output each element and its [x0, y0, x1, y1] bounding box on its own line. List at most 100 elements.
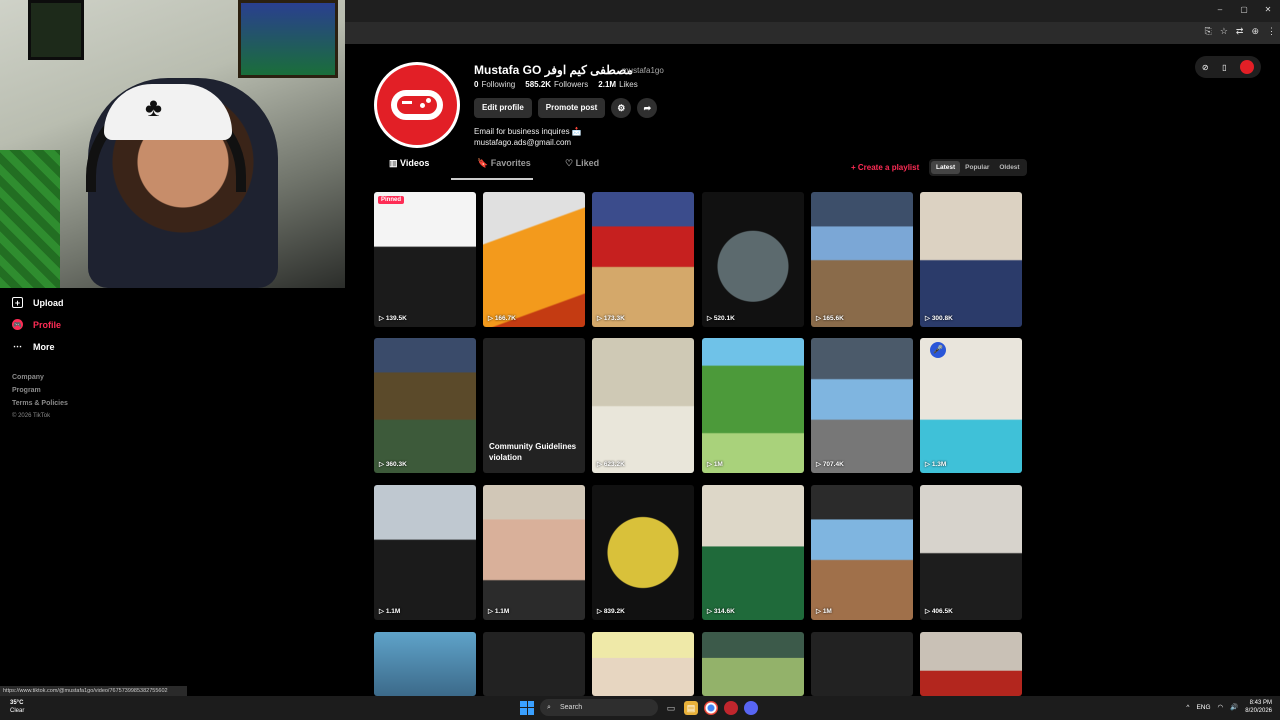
- weather-widget[interactable]: 35°C Clear: [10, 699, 24, 715]
- play-icon: ▷: [925, 461, 932, 468]
- heart-icon: ♡: [565, 158, 574, 168]
- compass-icon[interactable]: ⊘: [1202, 63, 1209, 72]
- tab-liked[interactable]: ♡ Liked: [565, 158, 653, 175]
- clock[interactable]: 8:43 PM 8/20/2026: [1245, 699, 1272, 715]
- video-tile[interactable]: ▷ 1M: [702, 338, 804, 473]
- video-tile[interactable]: [702, 632, 804, 696]
- minimize-button[interactable]: –: [1208, 0, 1232, 22]
- video-tile[interactable]: ▷ 314.6K: [702, 485, 804, 620]
- profile-stats: 0 Following 585.2K Followers 2.1M Likes: [474, 80, 638, 89]
- video-tile[interactable]: ▷ 406.5K: [920, 485, 1022, 620]
- footer-company[interactable]: Company: [12, 374, 44, 381]
- play-icon: ▷: [925, 315, 932, 322]
- video-tile[interactable]: [483, 632, 585, 696]
- video-tile[interactable]: ▷ 520.1K: [702, 192, 804, 327]
- share-icon[interactable]: ➦: [637, 98, 658, 118]
- bookmark-star-icon[interactable]: ☆: [1220, 26, 1228, 37]
- top-right-actions: ⊘ ▯: [1195, 56, 1261, 78]
- wifi-icon[interactable]: ◠: [1218, 703, 1224, 711]
- profile-name: Mustafa GO مصطفى كيم اوفر: [474, 63, 633, 77]
- view-count-value: 173.3K: [603, 315, 625, 322]
- view-count-value: 360.3K: [385, 461, 407, 468]
- video-tile[interactable]: [374, 632, 476, 696]
- tab-favorites[interactable]: 🔖 Favorites: [477, 158, 565, 175]
- view-count: ▷ 300.8K: [925, 314, 953, 322]
- sort-popular[interactable]: Popular: [960, 161, 994, 174]
- maximize-button[interactable]: ▢: [1232, 0, 1256, 22]
- bookmark-icon: 🔖: [477, 158, 489, 168]
- view-count: ▷ 707.4K: [816, 460, 844, 468]
- video-tile[interactable]: ▷ 1.1M: [483, 485, 585, 620]
- followers-stat[interactable]: 585.2K Followers: [525, 80, 588, 89]
- view-count: ▷ 165.6K: [816, 314, 844, 322]
- view-count-value: 1M: [822, 608, 832, 615]
- play-icon: ▷: [816, 608, 823, 615]
- video-tile[interactable]: [811, 632, 913, 696]
- footer-program[interactable]: Program: [12, 387, 41, 394]
- video-tile[interactable]: ▷ 165.6K: [811, 192, 913, 327]
- windows-start-icon[interactable]: [520, 700, 534, 715]
- tab-videos[interactable]: ▥ Videos: [389, 158, 477, 175]
- media-icon[interactable]: ⇄: [1236, 26, 1244, 37]
- volume-icon[interactable]: 🔊: [1230, 703, 1238, 711]
- play-icon: ▷: [379, 608, 386, 615]
- profile-bio: Email for business inquires 📩 mustafago.…: [474, 126, 582, 148]
- settings-icon[interactable]: ⚙: [611, 98, 632, 118]
- nav-upload[interactable]: + Upload: [12, 297, 64, 308]
- nav-profile[interactable]: 🎮 Profile: [12, 319, 61, 330]
- play-icon: ▷: [597, 461, 604, 468]
- view-count: ▷ 1M: [816, 607, 832, 615]
- taskbar-search[interactable]: Search: [540, 699, 658, 716]
- play-icon: ▷: [816, 461, 823, 468]
- webcam-overlay: ♣: [0, 0, 345, 288]
- profile-page: Mustafa GO مصطفى كيم اوفر mustafa1go 0 Fo…: [345, 44, 1280, 696]
- video-tile[interactable]: ▷ 300.8K: [920, 192, 1022, 327]
- phone-icon[interactable]: ▯: [1222, 63, 1226, 72]
- create-playlist-button[interactable]: + Create a playlist: [851, 163, 919, 172]
- play-icon: ▷: [488, 315, 495, 322]
- game-app-icon[interactable]: [724, 700, 738, 715]
- video-tile[interactable]: ▷ 623.2K: [592, 338, 694, 473]
- video-tile[interactable]: Pinned ▷ 139.5K: [374, 192, 476, 327]
- nav-upload-label: Upload: [33, 297, 64, 308]
- footer-terms[interactable]: Terms & Policies: [12, 400, 68, 407]
- video-tile[interactable]: ▷ 166.7K: [483, 192, 585, 327]
- chrome-icon[interactable]: [704, 700, 718, 715]
- video-tile[interactable]: [920, 632, 1022, 696]
- left-nav: + Upload 🎮 Profile ⋯ More Company Progra…: [0, 288, 345, 688]
- video-tile[interactable]: 🎤 ▷ 1.3M: [920, 338, 1022, 473]
- bio-line: Email for business inquires 📩: [474, 127, 582, 136]
- video-tile[interactable]: ▷ 173.3K: [592, 192, 694, 327]
- promote-post-button[interactable]: Promote post: [537, 98, 606, 118]
- nav-more[interactable]: ⋯ More: [12, 341, 55, 352]
- gamepad-icon: [391, 90, 443, 120]
- video-tile[interactable]: ▷ 839.2K: [592, 485, 694, 620]
- file-explorer-icon[interactable]: ▤: [684, 700, 698, 715]
- account-avatar[interactable]: [1240, 60, 1255, 74]
- video-tile[interactable]: [592, 632, 694, 696]
- menu-icon[interactable]: ⋮: [1267, 26, 1276, 37]
- task-view-icon[interactable]: ▭: [664, 701, 678, 715]
- discord-icon[interactable]: [744, 700, 758, 715]
- profile-circle-icon[interactable]: ⊕: [1251, 26, 1259, 37]
- lang-indicator[interactable]: ENG: [1196, 704, 1210, 711]
- video-tile[interactable]: ▷ 360.3K: [374, 338, 476, 473]
- video-tile[interactable]: ▷ 1.1M: [374, 485, 476, 620]
- cast-icon[interactable]: ⎘: [1205, 26, 1212, 37]
- status-url: https://www.tiktok.com/@mustafa1go/video…: [0, 686, 187, 696]
- chevron-up-icon[interactable]: ^: [1186, 704, 1189, 711]
- video-tile[interactable]: ▷ 707.4K: [811, 338, 913, 473]
- view-count-value: 139.5K: [385, 315, 407, 322]
- following-stat[interactable]: 0 Following: [474, 80, 515, 89]
- video-tile[interactable]: Community Guidelines violation: [483, 338, 585, 473]
- sort-latest[interactable]: Latest: [931, 161, 961, 174]
- clover-icon: ♣: [145, 92, 163, 122]
- close-button[interactable]: ✕: [1256, 0, 1280, 22]
- edit-profile-button[interactable]: Edit profile: [474, 98, 532, 118]
- play-icon: ▷: [488, 608, 495, 615]
- video-tile[interactable]: ▷ 1M: [811, 485, 913, 620]
- creeper-figure: [0, 150, 60, 288]
- sort-oldest[interactable]: Oldest: [994, 161, 1024, 174]
- profile-tabs: ▥ Videos 🔖 Favorites ♡ Liked: [389, 158, 653, 175]
- view-count-value: 839.2K: [603, 608, 625, 615]
